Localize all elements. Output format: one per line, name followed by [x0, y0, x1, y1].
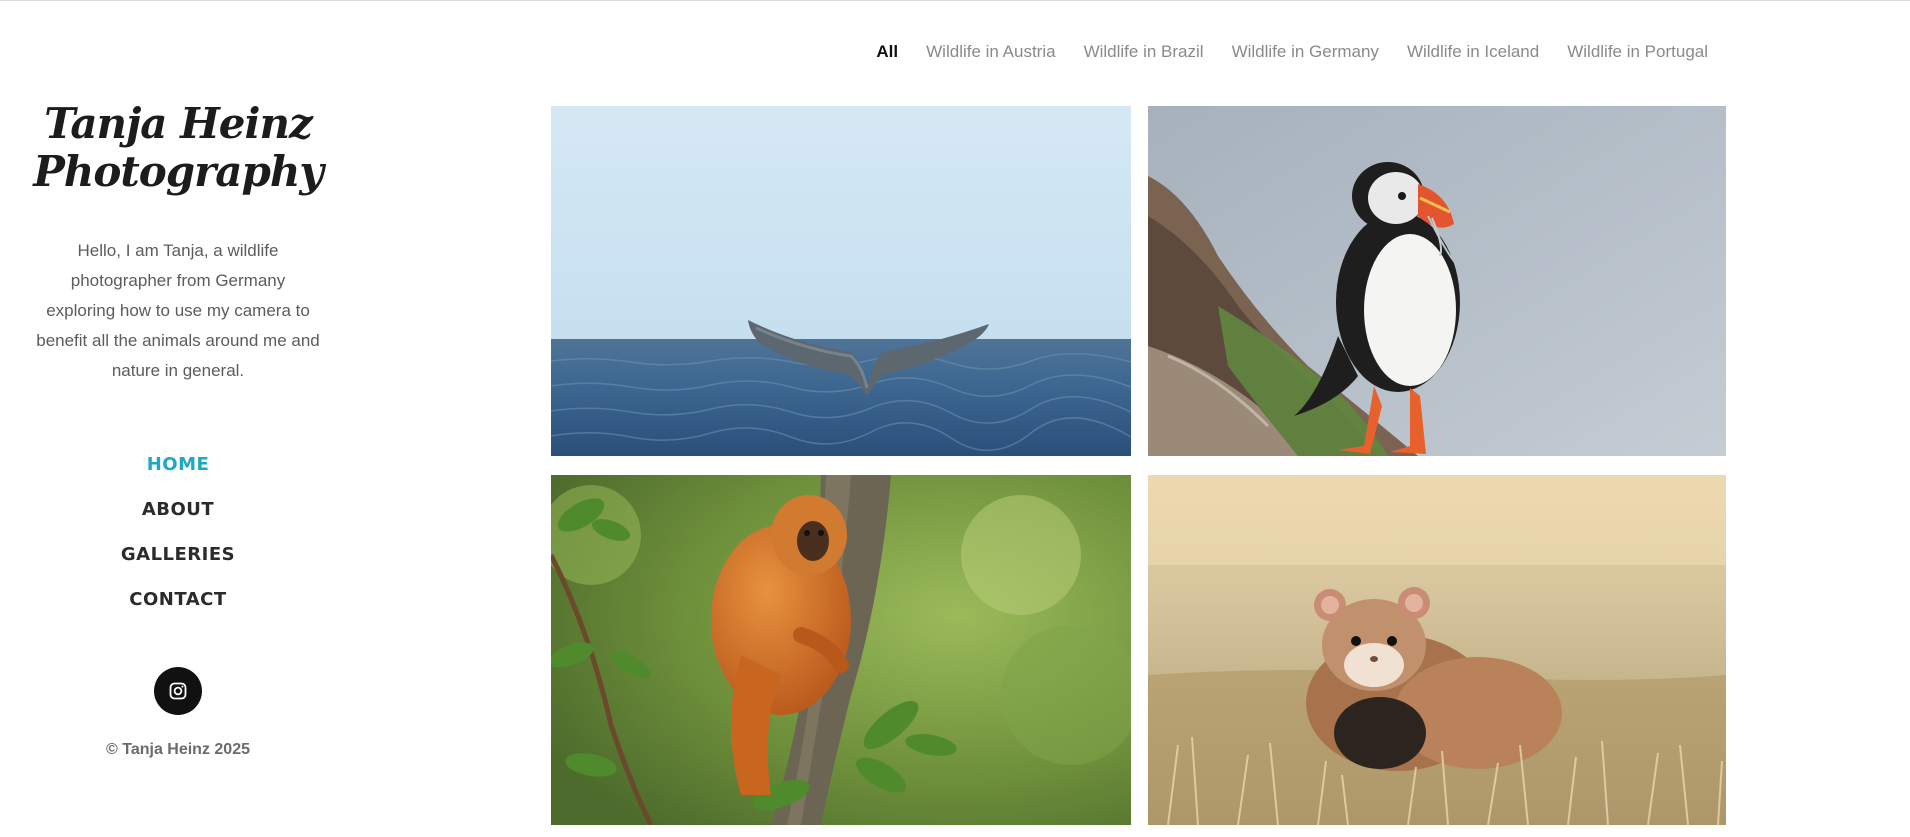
nav-contact[interactable]: CONTACT	[0, 582, 356, 627]
nav-galleries[interactable]: GALLERIES	[0, 537, 356, 582]
hamster-photo	[1148, 475, 1726, 825]
filter-germany[interactable]: Wildlife in Germany	[1232, 42, 1379, 62]
logo-line-1: Tanja Heinz	[44, 99, 313, 148]
puffin-photo	[1148, 106, 1726, 456]
logo-line-2: Photography	[33, 147, 324, 196]
gallery-item-hamster[interactable]	[1148, 475, 1726, 825]
sidebar: Tanja Heinz Photography Hello, I am Tanj…	[0, 0, 356, 837]
nav-about[interactable]: ABOUT	[0, 492, 356, 537]
filter-portugal[interactable]: Wildlife in Portugal	[1567, 42, 1708, 62]
filter-austria[interactable]: Wildlife in Austria	[926, 42, 1055, 62]
nav-home[interactable]: HOME	[0, 447, 356, 492]
filter-iceland[interactable]: Wildlife in Iceland	[1407, 42, 1539, 62]
whale-tail-photo	[551, 106, 1131, 456]
filter-brazil[interactable]: Wildlife in Brazil	[1084, 42, 1204, 62]
intro-text: Hello, I am Tanja, a wildlife photograph…	[36, 241, 320, 380]
gallery-item-whale[interactable]	[551, 106, 1131, 456]
filter-all[interactable]: All	[876, 42, 898, 62]
golden-lion-tamarin-photo	[551, 475, 1131, 825]
copyright-text: © Tanja Heinz 2025	[106, 741, 250, 758]
gallery-item-tamarin[interactable]	[551, 475, 1131, 825]
site-logo[interactable]: Tanja Heinz Photography	[0, 100, 356, 196]
instagram-icon	[169, 682, 187, 700]
instagram-button[interactable]	[154, 667, 202, 715]
gallery-item-puffin[interactable]	[1148, 106, 1726, 456]
main-nav: HOME ABOUT GALLERIES CONTACT	[0, 447, 356, 627]
gallery-filters: All Wildlife in Austria Wildlife in Braz…	[876, 42, 1708, 62]
